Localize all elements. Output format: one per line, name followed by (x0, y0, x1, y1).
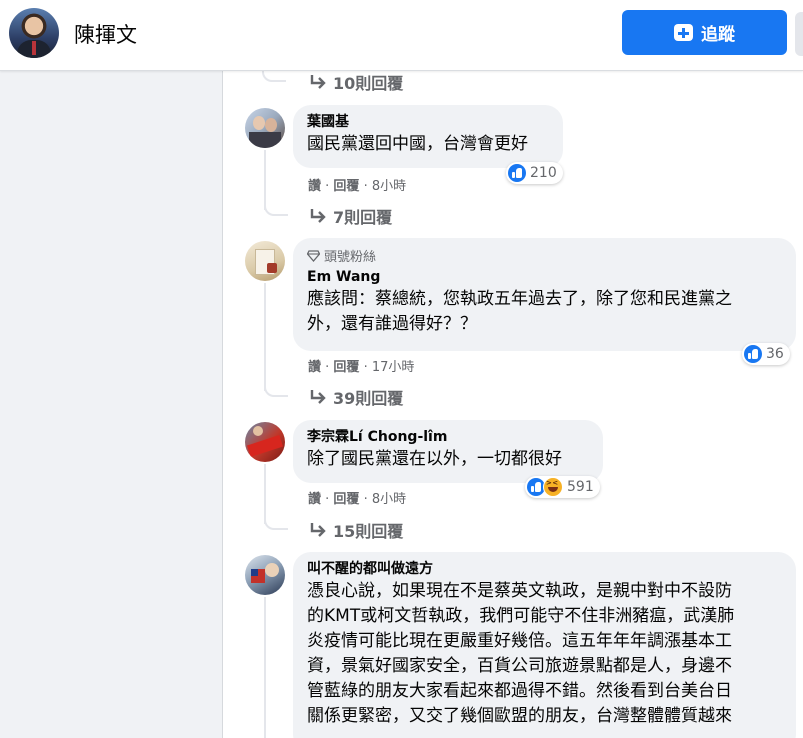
avatar-tie (32, 41, 36, 55)
view-replies-link[interactable]: 39則回覆 (309, 385, 403, 409)
comment-bubble: 李宗霖Lí Chong-lîm 除了國民黨還在以外，一切都很好 (293, 420, 603, 483)
follow-button-label: 追蹤 (701, 25, 735, 45)
avatar-face (265, 563, 279, 577)
comment-bubble: 頭號粉絲 Em Wang 應該問：蔡總統，您執政五年過去了，除了您和民進黨之 外… (293, 238, 796, 351)
like-action[interactable]: 讚 (308, 360, 321, 375)
comment-meta: 讚 · 回覆 · 8小時 (308, 492, 407, 507)
commenter-avatar[interactable] (245, 108, 285, 148)
view-replies-label: 39則回覆 (333, 389, 404, 408)
like-action[interactable]: 讚 (308, 179, 321, 194)
comment-time[interactable]: 8小時 (372, 179, 406, 194)
top-fan-badge: 頭號粉絲 (307, 246, 784, 265)
badge-label: 頭號粉絲 (324, 250, 377, 265)
avatar-body (249, 132, 281, 148)
avatar-figure (267, 263, 277, 273)
reply-arrow-icon (310, 75, 326, 89)
comment-text-line: 應該問：蔡總統，您執政五年過去了，除了您和民進黨之 (307, 289, 732, 309)
comment-text-line: 的KMT或柯文哲執政，我們可能守不住非洲豬瘟，武漢肺 (307, 606, 735, 626)
comment-text: 除了國民黨還在以外，一切都很好 (307, 449, 562, 469)
diamond-icon (307, 249, 320, 262)
like-reaction-icon (508, 164, 526, 182)
comment-bubble: 叫不醒的都叫做遠方 憑良心說，如果現在不是蔡英文執政，是親中對中不設防 的KMT… (293, 552, 796, 738)
reply-arrow-icon (310, 209, 326, 223)
avatar-face (253, 426, 263, 436)
like-action[interactable]: 讚 (308, 492, 321, 507)
comment-meta: 讚 · 回覆 · 8小時 (308, 179, 407, 194)
commenter-avatar[interactable] (245, 422, 285, 462)
reaction-count: 36 (766, 346, 784, 362)
view-replies-label: 7則回覆 (333, 208, 393, 227)
haha-reaction-icon (543, 477, 563, 497)
comment-bubble: 葉國基 國民黨還回中國，台灣會更好 (293, 105, 563, 168)
reply-arrow-icon (310, 390, 326, 404)
comment-text-line: 管藍綠的朋友大家看起來都過得不錯。然後看到台美台日 (307, 681, 732, 701)
commenter-avatar[interactable] (245, 555, 285, 595)
comment-text-line: 外，還有誰過得好？？ (307, 314, 477, 334)
reaction-summary[interactable]: 591 (525, 476, 600, 498)
thread-connector (264, 194, 288, 216)
thread-connector (264, 375, 288, 397)
like-reaction-icon (744, 345, 762, 363)
view-replies-link[interactable]: 7則回覆 (309, 204, 392, 228)
comment-author[interactable]: 李宗霖Lí Chong-lîm (307, 428, 591, 447)
reply-action[interactable]: 回覆 (333, 179, 359, 194)
avatar-face (253, 116, 265, 130)
view-replies-label: 10則回覆 (333, 74, 404, 93)
comment-author[interactable]: 叫不醒的都叫做遠方 (307, 560, 784, 579)
comment-text: 國民黨還回中國，台灣會更好 (307, 134, 528, 154)
comment-meta: 讚 · 回覆 · 17小時 (308, 360, 415, 375)
view-replies-link[interactable]: 15則回覆 (309, 518, 403, 542)
reaction-summary[interactable]: 36 (742, 343, 790, 365)
avatar-banner (246, 435, 284, 457)
page-title[interactable]: 陳揮文 (74, 19, 137, 49)
avatar-face (265, 118, 277, 132)
next-button-edge[interactable] (795, 12, 803, 56)
thread-connector (264, 508, 288, 530)
reply-action[interactable]: 回覆 (333, 492, 359, 507)
comment-author[interactable]: Em Wang (307, 268, 784, 287)
comment-text-line: 炎疫情可能比現在更嚴重好幾倍。這五年年年調漲基本工 (307, 631, 732, 651)
comments-feed: 10則回覆 葉國基 國民黨還回中國，台灣會更好 210 讚 · 回覆 · 8小時… (222, 70, 803, 738)
commenter-avatar[interactable] (245, 241, 285, 281)
page-header: 陳揮文 追蹤 (0, 0, 803, 71)
comment-text-line: 資，景氣好國家安全，百貨公司旅遊景點都是人，身邊不 (307, 656, 732, 676)
comment-author[interactable]: 葉國基 (307, 113, 551, 132)
comment-text-line: 關係更緊密，又交了幾個歐盟的朋友，台灣整體體質越來 (307, 706, 732, 726)
thread-connector (262, 70, 286, 82)
add-follow-icon (674, 24, 693, 41)
comment-time[interactable]: 17小時 (372, 360, 415, 375)
thread-line (264, 597, 266, 738)
reaction-summary[interactable]: 210 (506, 162, 563, 184)
follow-button[interactable]: 追蹤 (622, 10, 787, 55)
reply-arrow-icon (310, 523, 326, 537)
view-replies-label: 15則回覆 (333, 522, 404, 541)
reaction-count: 591 (567, 479, 594, 495)
reaction-count: 210 (530, 165, 557, 181)
comment-text-line: 憑良心說，如果現在不是蔡英文執政，是親中對中不設防 (307, 581, 732, 601)
page-avatar[interactable] (9, 8, 59, 58)
avatar-flag (251, 569, 258, 576)
reply-action[interactable]: 回覆 (333, 360, 359, 375)
view-replies-link[interactable]: 10則回覆 (309, 70, 403, 94)
comment-time[interactable]: 8小時 (372, 492, 406, 507)
